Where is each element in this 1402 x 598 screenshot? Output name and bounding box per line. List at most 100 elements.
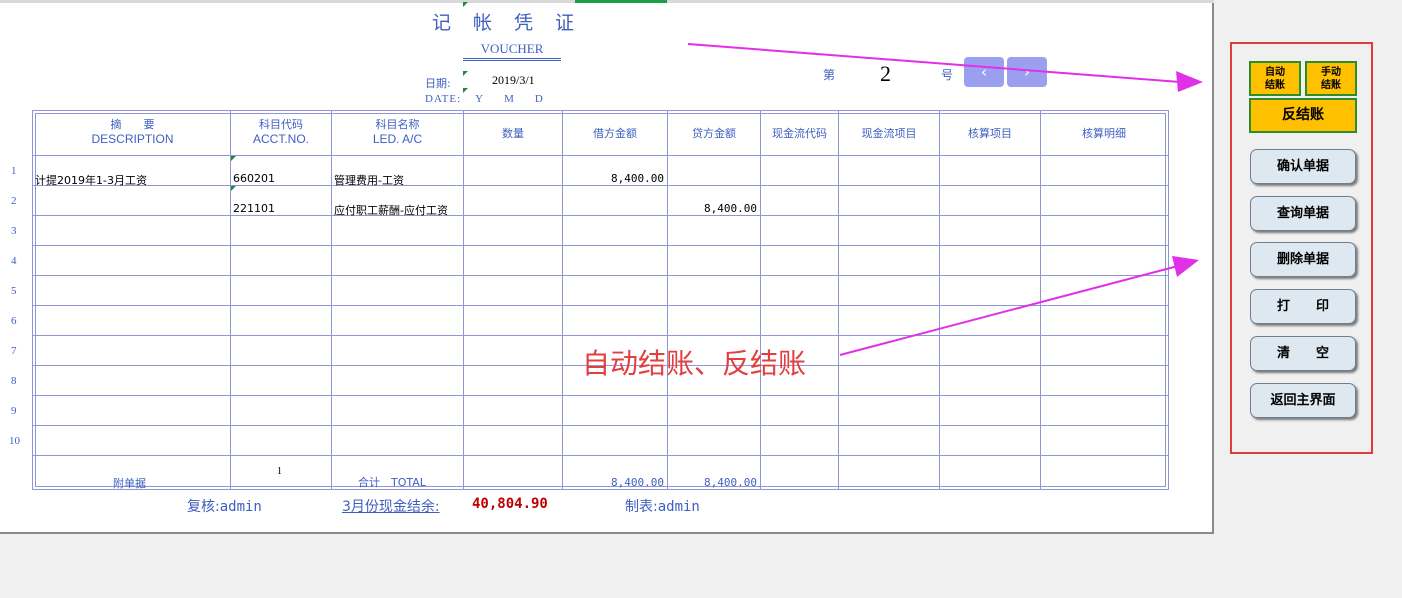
col-header-cashflow-code: 现金流代码 (772, 127, 827, 140)
delete-voucher-button[interactable]: 删除单据 (1250, 242, 1356, 277)
col-divider (838, 110, 839, 490)
button-label-line: 手动 (1321, 67, 1341, 78)
row-number: 10 (9, 435, 20, 447)
date-label-en: DATE: Y M D (425, 93, 544, 105)
cell-comment-marker (463, 2, 468, 7)
row-number: 5 (11, 285, 17, 297)
confirm-voucher-button[interactable]: 确认单据 (1250, 149, 1356, 184)
row1-ledger[interactable]: 管理费用-工资 (334, 172, 404, 188)
col-divider (331, 110, 332, 490)
row-number: 7 (11, 345, 17, 357)
col-header-accounting-detail: 核算明细 (1082, 127, 1126, 140)
col-divider (667, 110, 668, 490)
voucher-table (32, 110, 1169, 490)
col-header-debit: 借方金额 (593, 127, 637, 140)
total-credit: 8,400.00 (704, 476, 757, 489)
auto-close-button[interactable]: 自动 结账 (1249, 61, 1301, 96)
row-number: 3 (11, 225, 17, 237)
col-divider (230, 110, 231, 490)
maker: 制表:admin (625, 496, 700, 516)
date-en-label: DATE: (425, 93, 462, 105)
table-inner-border (35, 113, 1166, 487)
title-char: 记 (432, 12, 454, 34)
row-divider (32, 305, 1169, 306)
row-number: 4 (11, 255, 17, 267)
year-label: Y (475, 93, 485, 105)
row-divider (32, 335, 1169, 336)
selected-column-indicator (575, 0, 667, 3)
reverse-close-button[interactable]: 反结账 (1249, 98, 1357, 133)
row-divider (32, 155, 1169, 156)
month-label: M (504, 93, 515, 105)
col-divider (463, 110, 464, 490)
header-en: ACCT.NO. (252, 132, 309, 146)
row-divider (32, 275, 1169, 276)
voucher-sheet: 记帐凭证 VOUCHER 日期: 2019/3/1 DATE: Y M D 第 2 号… (0, 0, 1214, 534)
row-divider (32, 185, 1169, 186)
row2-credit[interactable]: 8,400.00 (668, 202, 757, 215)
col-header-cashflow-item: 现金流项目 (861, 127, 917, 140)
clear-button[interactable]: 清 空 (1250, 336, 1356, 371)
col-header-accounting-item: 核算项目 (968, 127, 1012, 140)
voucher-number-prefix: 第 (823, 68, 836, 82)
row-divider (32, 245, 1169, 246)
cell-comment-marker (463, 71, 468, 76)
row2-acct-no[interactable]: 221101 (233, 202, 275, 215)
button-label-line: 自动 (1265, 67, 1285, 78)
header-en: DESCRIPTION (91, 132, 174, 146)
row1-acct-no[interactable]: 660201 (233, 172, 275, 185)
voucher-title: 记帐凭证 (432, 8, 596, 35)
header-cn: 科目名称 (375, 118, 420, 131)
voucher-number[interactable]: 2 (880, 61, 891, 87)
maker-label: 制表: (625, 499, 658, 515)
col-header-credit: 贷方金额 (692, 127, 736, 140)
button-label-line: 结账 (1265, 80, 1285, 91)
prev-voucher-button[interactable]: ‹ (964, 57, 1004, 87)
column-header-strip (0, 0, 1214, 3)
cell-comment-marker (231, 186, 236, 191)
row-divider (32, 455, 1169, 456)
voucher-subtitle: VOUCHER (463, 41, 561, 61)
cell-comment-marker (231, 156, 236, 161)
row-divider (32, 215, 1169, 216)
col-header-quantity: 数量 (502, 127, 524, 140)
voucher-number-suffix: 号 (941, 68, 954, 82)
header-cn: 科目代码 (259, 118, 303, 131)
col-header-ledger: 科目名称 LED. A/C (332, 118, 463, 146)
manual-close-button[interactable]: 手动 结账 (1305, 61, 1357, 96)
total-debit: 8,400.00 (611, 476, 664, 489)
total-label: 合计 TOTAL (358, 476, 426, 489)
col-header-acct-no: 科目代码 ACCT.NO. (231, 118, 331, 146)
day-label: D (534, 93, 544, 105)
attachments-count[interactable]: 1 (277, 466, 282, 477)
cash-balance-label[interactable]: 3月份现金结余: (342, 496, 440, 516)
date-label-cn: 日期: (425, 77, 451, 90)
reviewer-label: 复核: (187, 499, 220, 515)
title-char: 证 (555, 12, 577, 34)
annotation-text: 自动结账、反结账 (582, 347, 807, 380)
reviewer-name: admin (219, 499, 262, 515)
row2-ledger[interactable]: 应付职工薪酬-应付工资 (334, 202, 448, 218)
col-divider (939, 110, 940, 490)
query-voucher-button[interactable]: 查询单据 (1250, 196, 1356, 231)
row1-description[interactable]: 计提2019年1-3月工资 (35, 172, 147, 188)
title-char: 帐 (473, 12, 495, 34)
col-divider (760, 110, 761, 490)
row-number: 6 (11, 315, 17, 327)
row-number: 2 (11, 195, 17, 207)
header-en: LED. A/C (372, 132, 423, 146)
row-number: 1 (11, 165, 17, 177)
date-value[interactable]: 2019/3/1 (492, 73, 535, 88)
title-char: 凭 (514, 12, 536, 34)
row-divider (32, 395, 1169, 396)
print-button[interactable]: 打 印 (1250, 289, 1356, 324)
col-header-description: 摘 要 DESCRIPTION (35, 118, 230, 146)
header-cn: 摘 要 (110, 118, 155, 131)
back-to-main-button[interactable]: 返回主界面 (1250, 383, 1356, 418)
row1-debit[interactable]: 8,400.00 (563, 172, 664, 185)
row-number: 8 (11, 375, 17, 387)
next-voucher-button[interactable]: › (1007, 57, 1047, 87)
reviewer: 复核:admin (187, 496, 262, 516)
cash-balance-value: 40,804.90 (472, 496, 548, 512)
maker-name: admin (657, 499, 700, 515)
